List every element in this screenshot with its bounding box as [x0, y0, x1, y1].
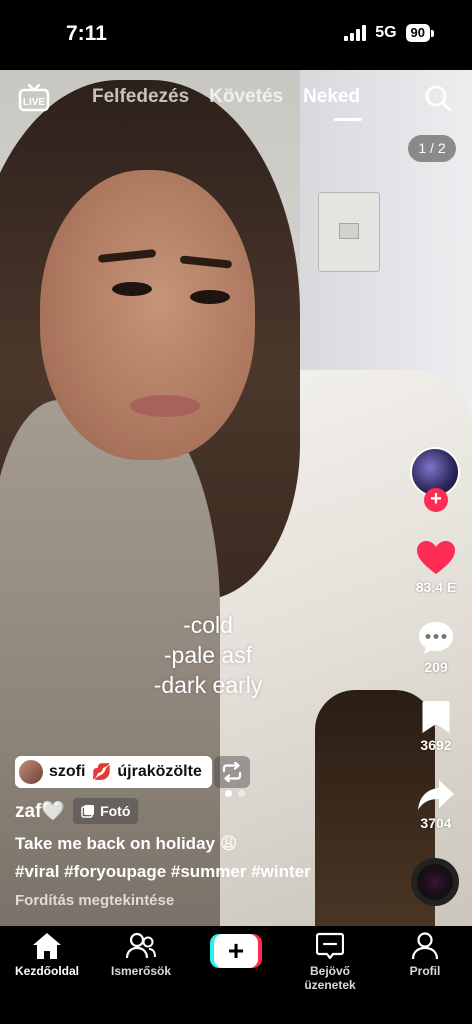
see-translation-link[interactable]: Fordítás megtekintése: [15, 892, 174, 909]
tab-explore[interactable]: Felfedezés: [92, 86, 189, 108]
battery-icon: 90: [405, 24, 434, 42]
tab-inbox[interactable]: Bejövő üzenetek: [283, 932, 377, 992]
create-button[interactable]: +: [210, 934, 262, 968]
share-button[interactable]: 3704: [410, 778, 462, 831]
photo-badge-label: Fotó: [100, 803, 131, 819]
active-tab-indicator: [334, 118, 362, 121]
top-nav: LIVE Felfedezés Követés Neked: [0, 84, 472, 121]
save-button[interactable]: 3692: [410, 700, 462, 753]
tab-home[interactable]: Kezdőoldal: [0, 932, 94, 978]
light-switch: [318, 192, 380, 272]
reposter-name: szofi: [49, 763, 86, 780]
plus-icon: +: [214, 934, 258, 968]
bottom-tab-bar: Kezdőoldal Ismerősök + Bejövő üzenetek P…: [0, 926, 472, 1024]
tab-profile[interactable]: Profil: [378, 932, 472, 978]
carousel-dot: [238, 790, 245, 797]
overlay-line: -dark early: [153, 672, 263, 698]
live-icon[interactable]: LIVE: [18, 84, 50, 112]
friends-icon: [126, 932, 156, 959]
bookmark-icon: [422, 701, 450, 733]
live-label: LIVE: [23, 97, 46, 108]
profile-icon: [411, 932, 439, 960]
tab-for-you[interactable]: Neked: [303, 86, 360, 108]
inbox-icon: [316, 932, 344, 960]
feed-tabs: Felfedezés Követés Neked: [92, 86, 360, 108]
status-indicators: 5G 90: [344, 24, 434, 42]
comment-count: 209: [424, 659, 448, 675]
home-icon: [33, 933, 61, 959]
follow-button[interactable]: +: [424, 488, 448, 512]
reposter-emoji: 💋: [91, 764, 112, 781]
photo-badge: Fotó: [73, 798, 139, 824]
reposter-avatar: [19, 760, 43, 784]
tab-home-label: Kezdőoldal: [14, 964, 79, 978]
overlay-text: -cold -pale asf -dark early: [138, 610, 278, 700]
post-description: Take me back on holiday 😩: [15, 834, 238, 853]
tab-friends[interactable]: Ismerősök: [94, 932, 188, 978]
repost-button[interactable]: [214, 756, 250, 788]
search-icon[interactable]: [424, 84, 452, 112]
music-disc[interactable]: [411, 858, 459, 906]
tab-friends-label: Ismerősök: [110, 964, 172, 978]
battery-level: 90: [405, 24, 430, 42]
repost-icon: [222, 762, 242, 782]
signal-icon: [344, 25, 367, 41]
carousel-dots: [225, 790, 245, 797]
tab-inbox-label: Bejövő üzenetek: [304, 964, 356, 992]
tab-following[interactable]: Követés: [209, 86, 283, 108]
repost-banner[interactable]: szofi 💋 újraközölte: [15, 756, 212, 788]
like-button[interactable]: 83,4 E: [410, 540, 462, 595]
share-icon: [418, 780, 454, 810]
status-bar: 7:11 5G 90: [0, 0, 472, 70]
repost-label: újraközölte: [117, 763, 202, 780]
photo-icon: [81, 805, 95, 818]
face: [40, 170, 255, 460]
network-label: 5G: [375, 24, 397, 41]
author-name[interactable]: zaf🤍: [15, 799, 65, 823]
overlay-line: -pale asf: [163, 642, 253, 668]
post-hashtags[interactable]: #viral #foryoupage #summer #winter: [15, 862, 311, 882]
save-count: 3692: [420, 737, 452, 753]
overlay-line: -cold: [183, 612, 233, 638]
author-row: zaf🤍 Fotó: [15, 798, 139, 824]
photo-counter: 1 / 2: [408, 135, 456, 162]
comment-icon: [419, 622, 453, 654]
status-time: 7:11: [66, 22, 107, 45]
heart-icon: [417, 541, 455, 574]
like-count: 83,4 E: [415, 579, 457, 595]
share-count: 3704: [420, 815, 452, 831]
comment-button[interactable]: 209: [410, 620, 462, 675]
tab-profile-label: Profil: [409, 964, 441, 978]
carousel-dot: [225, 790, 232, 797]
